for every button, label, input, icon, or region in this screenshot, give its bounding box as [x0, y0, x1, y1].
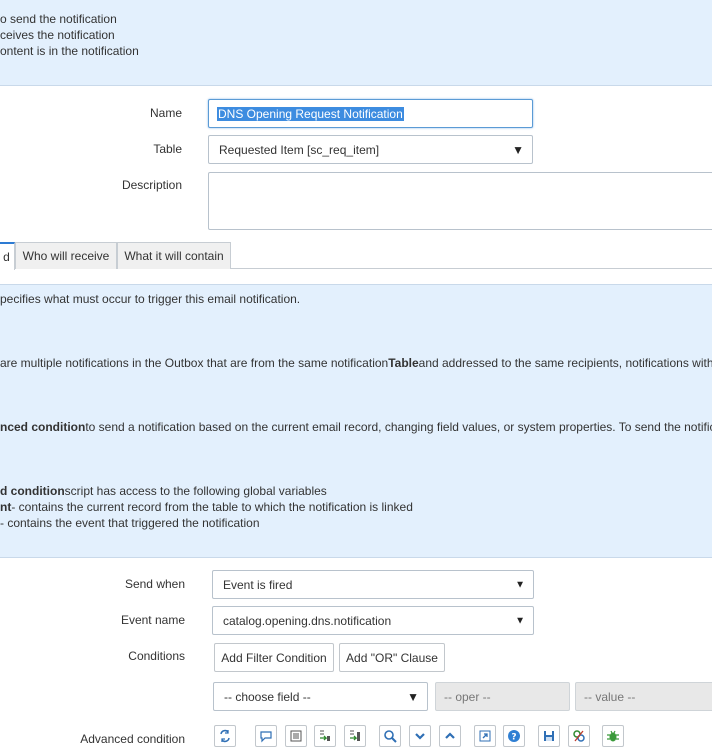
send-when-select[interactable]: Event is fired ▼ [212, 570, 534, 599]
name-label: Name [149, 106, 182, 120]
when-info-line-3: nced conditionto send a notification bas… [0, 420, 712, 434]
when-info-line-4-bold: d condition [0, 484, 65, 498]
name-input-value: DNS Opening Request Notification [217, 107, 404, 121]
tab-who-will-receive[interactable]: Who will receive [15, 242, 117, 269]
chevron-down-icon: ▼ [515, 615, 525, 626]
tab-what-it-will-contain[interactable]: What it will contain [117, 242, 231, 269]
event-name-label: Event name [120, 613, 185, 627]
choose-field-select[interactable]: -- choose field -- ▼ [213, 682, 428, 711]
choose-field-value: -- choose field -- [224, 689, 311, 704]
when-info-line-2-rest: and addressed to the same recipients, no… [418, 356, 712, 370]
when-info-line-6: - contains the event that triggered the … [0, 516, 260, 530]
add-filter-condition-label: Add Filter Condition [221, 650, 327, 665]
top-info-line-2: ceives the notification [0, 28, 115, 42]
svg-text:?: ? [511, 733, 516, 743]
table-select-value: Requested Item [sc_req_item] [219, 142, 380, 157]
when-info-line-2-bold: Table [388, 356, 419, 370]
event-name-select[interactable]: catalog.opening.dns.notification ▼ [212, 606, 534, 635]
tab-label: Who will receive [22, 249, 110, 263]
description-textarea[interactable] [208, 172, 712, 230]
top-info-line-1: o send the notification [0, 12, 117, 26]
when-info-line-3-bold: nced condition [0, 420, 86, 434]
when-info-line-2-text: are multiple notifications in the Outbox… [0, 356, 389, 370]
table-label: Table [153, 142, 182, 156]
operator-select[interactable]: -- oper -- [435, 682, 570, 711]
operator-value: -- oper -- [444, 689, 491, 704]
name-input[interactable]: DNS Opening Request Notification [208, 99, 533, 128]
tab-label: What it will contain [124, 249, 224, 263]
when-info-line-4: d conditionscript has access to the foll… [0, 484, 327, 498]
top-info-panel: o send the notification ceives the notif… [0, 0, 712, 86]
when-info-line-4-rest: script has access to the following globa… [64, 484, 327, 498]
when-info-line-5-bold: nt [0, 500, 12, 514]
when-info-line-5-rest: - contains the current record from the t… [11, 500, 413, 514]
event-name-value: catalog.opening.dns.notification [223, 613, 392, 628]
description-label: Description [121, 178, 182, 192]
value-value: -- value -- [584, 689, 636, 704]
send-when-value: Event is fired [223, 577, 293, 592]
chevron-down-icon: ▼ [407, 689, 419, 704]
when-info-line-1: pecifies what must occur to trigger this… [0, 292, 301, 306]
tab-label: d [3, 250, 10, 264]
when-info-line-5: nt- contains the current record from the… [0, 500, 413, 514]
conditions-label: Conditions [128, 649, 185, 663]
chevron-down-icon: ▼ [512, 142, 524, 157]
send-when-label: Send when [124, 577, 185, 591]
add-or-clause-label: Add "OR" Clause [346, 650, 438, 665]
when-info-panel: pecifies what must occur to trigger this… [0, 284, 712, 558]
top-info-line-3: ontent is in the notification [0, 44, 139, 58]
tab-when-to-send[interactable]: d [0, 242, 15, 270]
when-info-line-3-rest: to send a notification based on the curr… [85, 420, 712, 434]
add-filter-condition-button[interactable]: Add Filter Condition [214, 643, 334, 672]
value-select[interactable]: -- value -- [575, 682, 712, 711]
table-select[interactable]: Requested Item [sc_req_item] ▼ [208, 135, 533, 164]
add-or-clause-button[interactable]: Add "OR" Clause [339, 643, 445, 672]
chevron-down-icon: ▼ [515, 579, 525, 590]
when-info-line-2: are multiple notifications in the Outbox… [0, 356, 712, 370]
